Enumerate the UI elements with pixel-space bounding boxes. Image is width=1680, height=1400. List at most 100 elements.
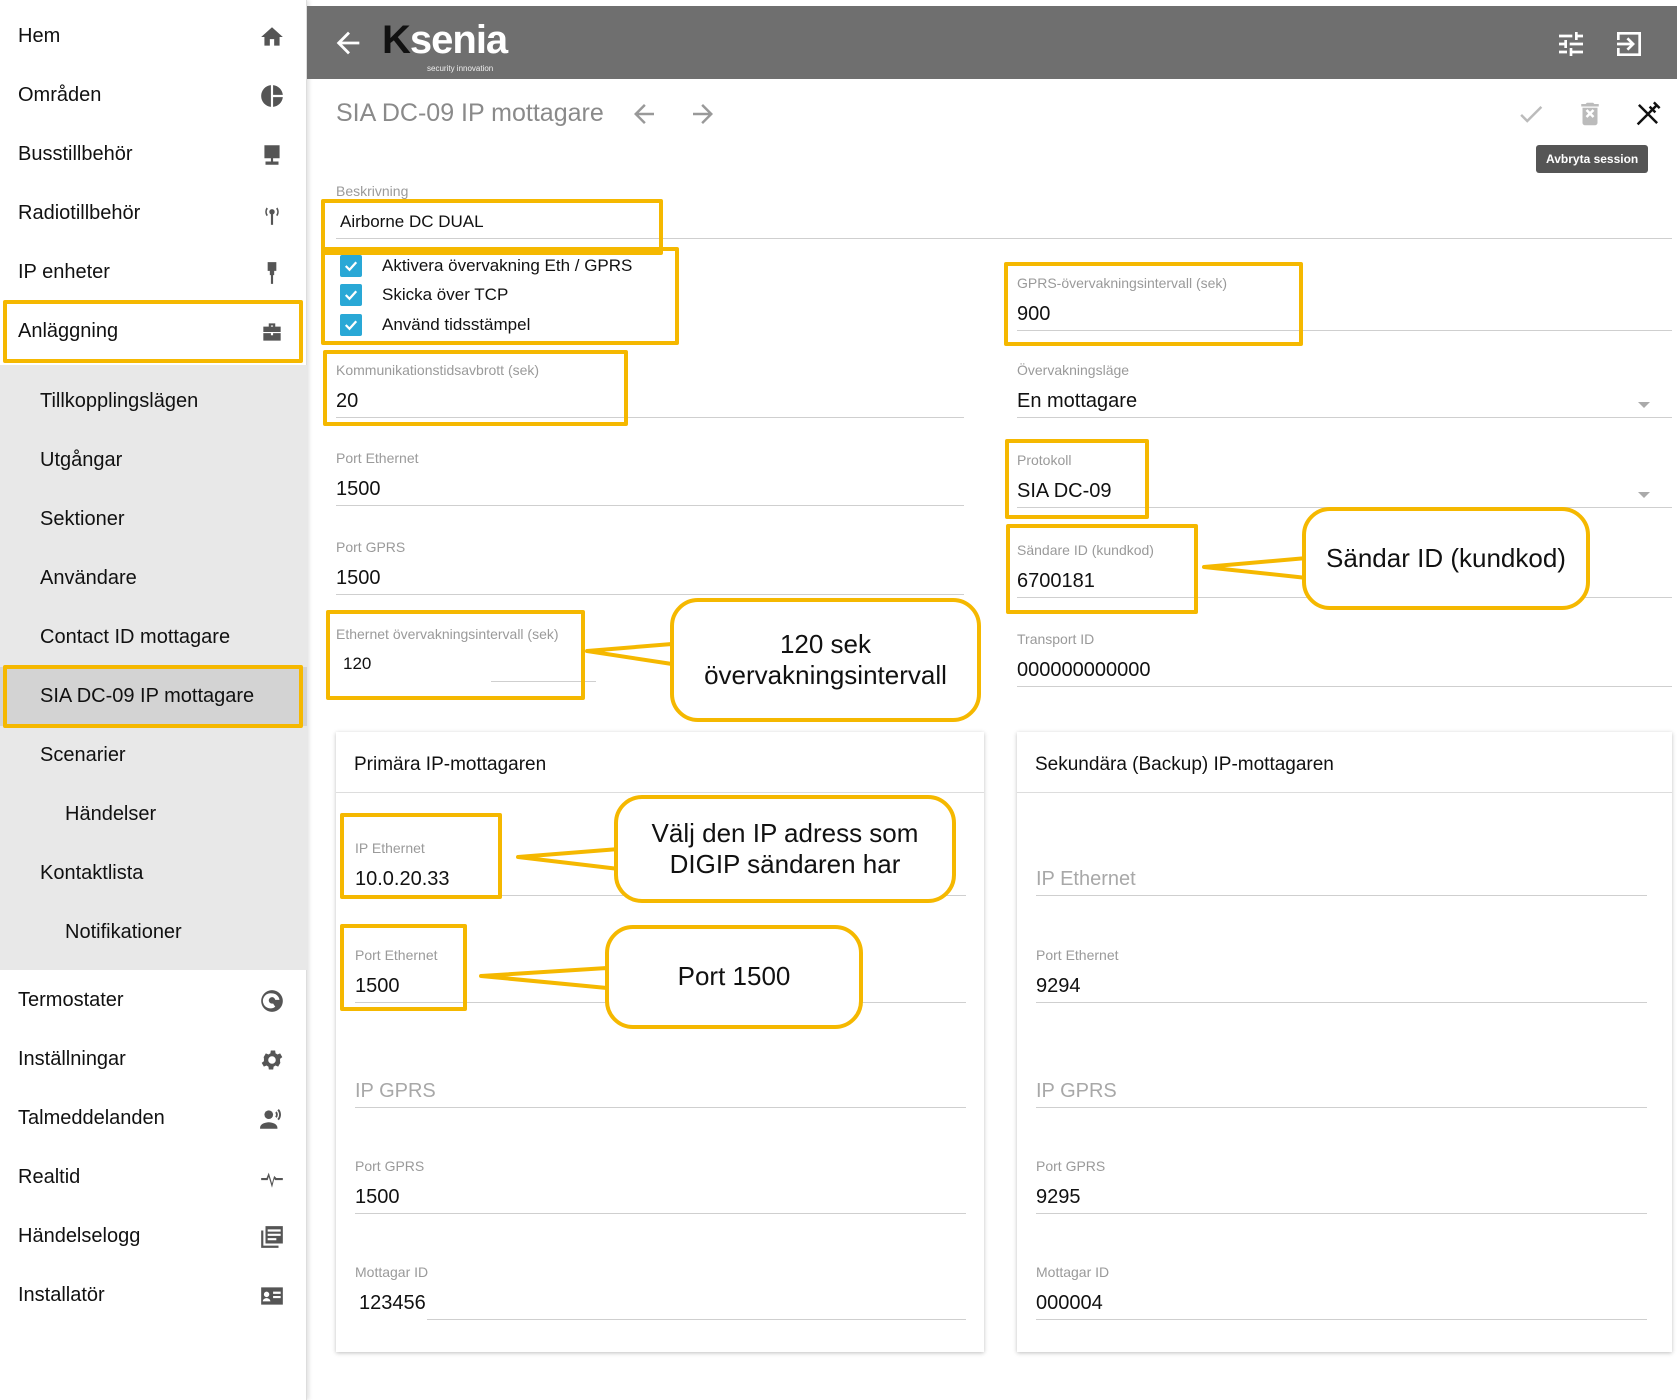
secondary-port-ethernet-field[interactable]: Port Ethernet 9294 [1036, 947, 1647, 1003]
subnav-sections[interactable]: Sektioner [0, 490, 307, 549]
prev-arrow-icon[interactable] [629, 99, 659, 129]
port-ethernet-value: 9294 [1036, 975, 1081, 997]
thermostat-icon [257, 986, 287, 1016]
nav-label: Radiotillbehör [18, 202, 141, 224]
checkbox-monitoring[interactable]: Aktivera övervakning Eth / GPRS [340, 255, 632, 277]
subnav-contact-list[interactable]: Kontaktlista [0, 844, 307, 903]
secondary-receiver-card: Sekundära (Backup) IP-mottagaren IP Ethe… [1017, 732, 1672, 1352]
callout-sender-id: Sändar ID (kundkod) [1302, 507, 1590, 610]
field-underline [1036, 1319, 1647, 1320]
nav-event-log[interactable]: Händelselogg [0, 1207, 307, 1266]
logout-icon[interactable] [1613, 28, 1645, 60]
nav-realtime[interactable]: Realtid [0, 1148, 307, 1207]
port-ethernet-label: Port Ethernet [355, 947, 438, 963]
checkbox-label: Aktivera övervakning Eth / GPRS [382, 256, 633, 275]
receiver-id-value: 000004 [1036, 1292, 1103, 1314]
port-gprs-value: 9295 [1036, 1186, 1081, 1208]
description-label: Beskrivning [336, 183, 409, 199]
field-underline [491, 681, 596, 682]
subnav-events[interactable]: Händelser [0, 785, 307, 844]
nav-label: Talmeddelanden [18, 1107, 165, 1129]
ethernet-plug-icon [257, 258, 287, 288]
nav-voice-messages[interactable]: Talmeddelanden [0, 1089, 307, 1148]
id-card-icon [257, 1281, 287, 1311]
port-gprs-label: Port GPRS [336, 539, 406, 555]
back-arrow-icon[interactable] [331, 26, 365, 60]
port-ethernet-value: 1500 [355, 975, 400, 997]
sender-id-value: 6700181 [1017, 570, 1095, 592]
monitoring-mode-select[interactable]: Övervakningsläge En mottagare [1017, 362, 1672, 418]
description-field[interactable]: Beskrivning Airborne DC DUAL [336, 183, 1672, 239]
next-arrow-icon[interactable] [688, 99, 718, 129]
eth-interval-field[interactable]: Ethernet övervakningsintervall (sek) 120 [336, 626, 596, 682]
callout-text-line1: Välj den IP adress som [651, 817, 919, 848]
card-divider [1017, 792, 1672, 793]
port-ethernet-label: Port Ethernet [1036, 947, 1119, 963]
port-gprs-label: Port GPRS [355, 1158, 425, 1174]
primary-receiver-id-field[interactable]: Mottagar ID 123456 [355, 1264, 966, 1320]
card-divider [336, 792, 984, 793]
nav-ip-devices[interactable]: IP enheter [0, 243, 307, 302]
nav-label: Inställningar [18, 1048, 126, 1070]
port-gprs-field[interactable]: Port GPRS 1500 [336, 539, 964, 595]
home-icon [257, 22, 287, 52]
ksenia-logo: Ksenia security innovation [382, 18, 508, 73]
tooltip-cancel-session: Avbryta session [1536, 145, 1649, 173]
port-ethernet-field[interactable]: Port Ethernet 1500 [336, 450, 964, 506]
subnav-scenarios[interactable]: Scenarier [0, 726, 307, 785]
tune-icon[interactable] [1555, 28, 1587, 60]
nav-installation[interactable]: Anläggning [0, 302, 307, 361]
subnav-notifications[interactable]: Notifikationer [0, 903, 307, 962]
transport-id-field[interactable]: Transport ID 000000000000 [1017, 631, 1672, 687]
secondary-receiver-id-field[interactable]: Mottagar ID 000004 [1036, 1264, 1647, 1320]
nav-installer[interactable]: Installatör [0, 1266, 307, 1325]
field-underline [427, 1319, 966, 1320]
field-underline [336, 594, 964, 595]
dropdown-caret-icon[interactable] [1638, 492, 1650, 498]
field-underline [336, 238, 1672, 239]
nav-thermostats[interactable]: Termostater [0, 971, 307, 1030]
nav-bus-devices[interactable]: Busstillbehör [0, 125, 307, 184]
cancel-session-icon[interactable] [1633, 99, 1663, 129]
gprs-interval-field[interactable]: GPRS-övervakningsintervall (sek) 900 [1017, 275, 1672, 331]
nav-label: Busstillbehör [18, 143, 133, 165]
primary-ip-gprs-field[interactable]: IP GPRS [355, 1052, 966, 1108]
secondary-ip-ethernet-field[interactable]: IP Ethernet [1036, 840, 1647, 896]
monitoring-mode-label: Övervakningsläge [1017, 362, 1130, 378]
app-header: Ksenia security innovation [307, 6, 1677, 79]
secondary-port-gprs-field[interactable]: Port GPRS 9295 [1036, 1158, 1647, 1214]
subnav-sia-dc09[interactable]: SIA DC-09 IP mottagare [0, 667, 307, 726]
secondary-ip-gprs-field[interactable]: IP GPRS [1036, 1052, 1647, 1108]
nav-radio-devices[interactable]: Radiotillbehör [0, 184, 307, 243]
nav-areas[interactable]: Områden [0, 66, 307, 125]
primary-port-gprs-field[interactable]: Port GPRS 1500 [355, 1158, 966, 1214]
dropdown-caret-icon[interactable] [1638, 402, 1650, 408]
field-underline [355, 1213, 966, 1214]
ip-ethernet-placeholder: IP Ethernet [1036, 868, 1136, 890]
callout-text-line1: 120 sek [779, 628, 872, 659]
nav-home[interactable]: Hem [0, 7, 307, 66]
comm-timeout-field[interactable]: Kommunikationstidsavbrott (sek) 20 [336, 362, 964, 418]
receiver-id-label: Mottagar ID [1036, 1264, 1110, 1280]
checkbox-label: Skicka över TCP [382, 285, 509, 304]
receiver-id-value: 123456 [359, 1292, 426, 1314]
checkbox-send-tcp[interactable]: Skicka över TCP [340, 284, 508, 306]
subnav-outputs[interactable]: Utgångar [0, 431, 307, 490]
checkbox-timestamp[interactable]: Använd tidsstämpel [340, 314, 530, 336]
checkbox-checked-icon[interactable] [340, 284, 362, 306]
subnav-users[interactable]: Användare [0, 549, 307, 608]
subnav-arming-modes[interactable]: Tillkopplingslägen [0, 372, 307, 431]
checkbox-checked-icon[interactable] [340, 314, 362, 336]
confirm-check-icon[interactable] [1516, 99, 1546, 129]
logo-text: senia [409, 18, 508, 62]
comm-timeout-value: 20 [336, 390, 359, 412]
radio-icon [257, 199, 287, 229]
checkbox-checked-icon[interactable] [340, 255, 362, 277]
subnav-contact-id[interactable]: Contact ID mottagare [0, 608, 307, 667]
field-underline [1036, 1107, 1647, 1108]
delete-icon[interactable] [1575, 99, 1605, 129]
protocol-select[interactable]: Protokoll SIA DC-09 [1017, 452, 1672, 508]
log-icon [257, 1222, 287, 1252]
eth-interval-value: 120 [343, 654, 372, 673]
nav-settings[interactable]: Inställningar [0, 1030, 307, 1089]
